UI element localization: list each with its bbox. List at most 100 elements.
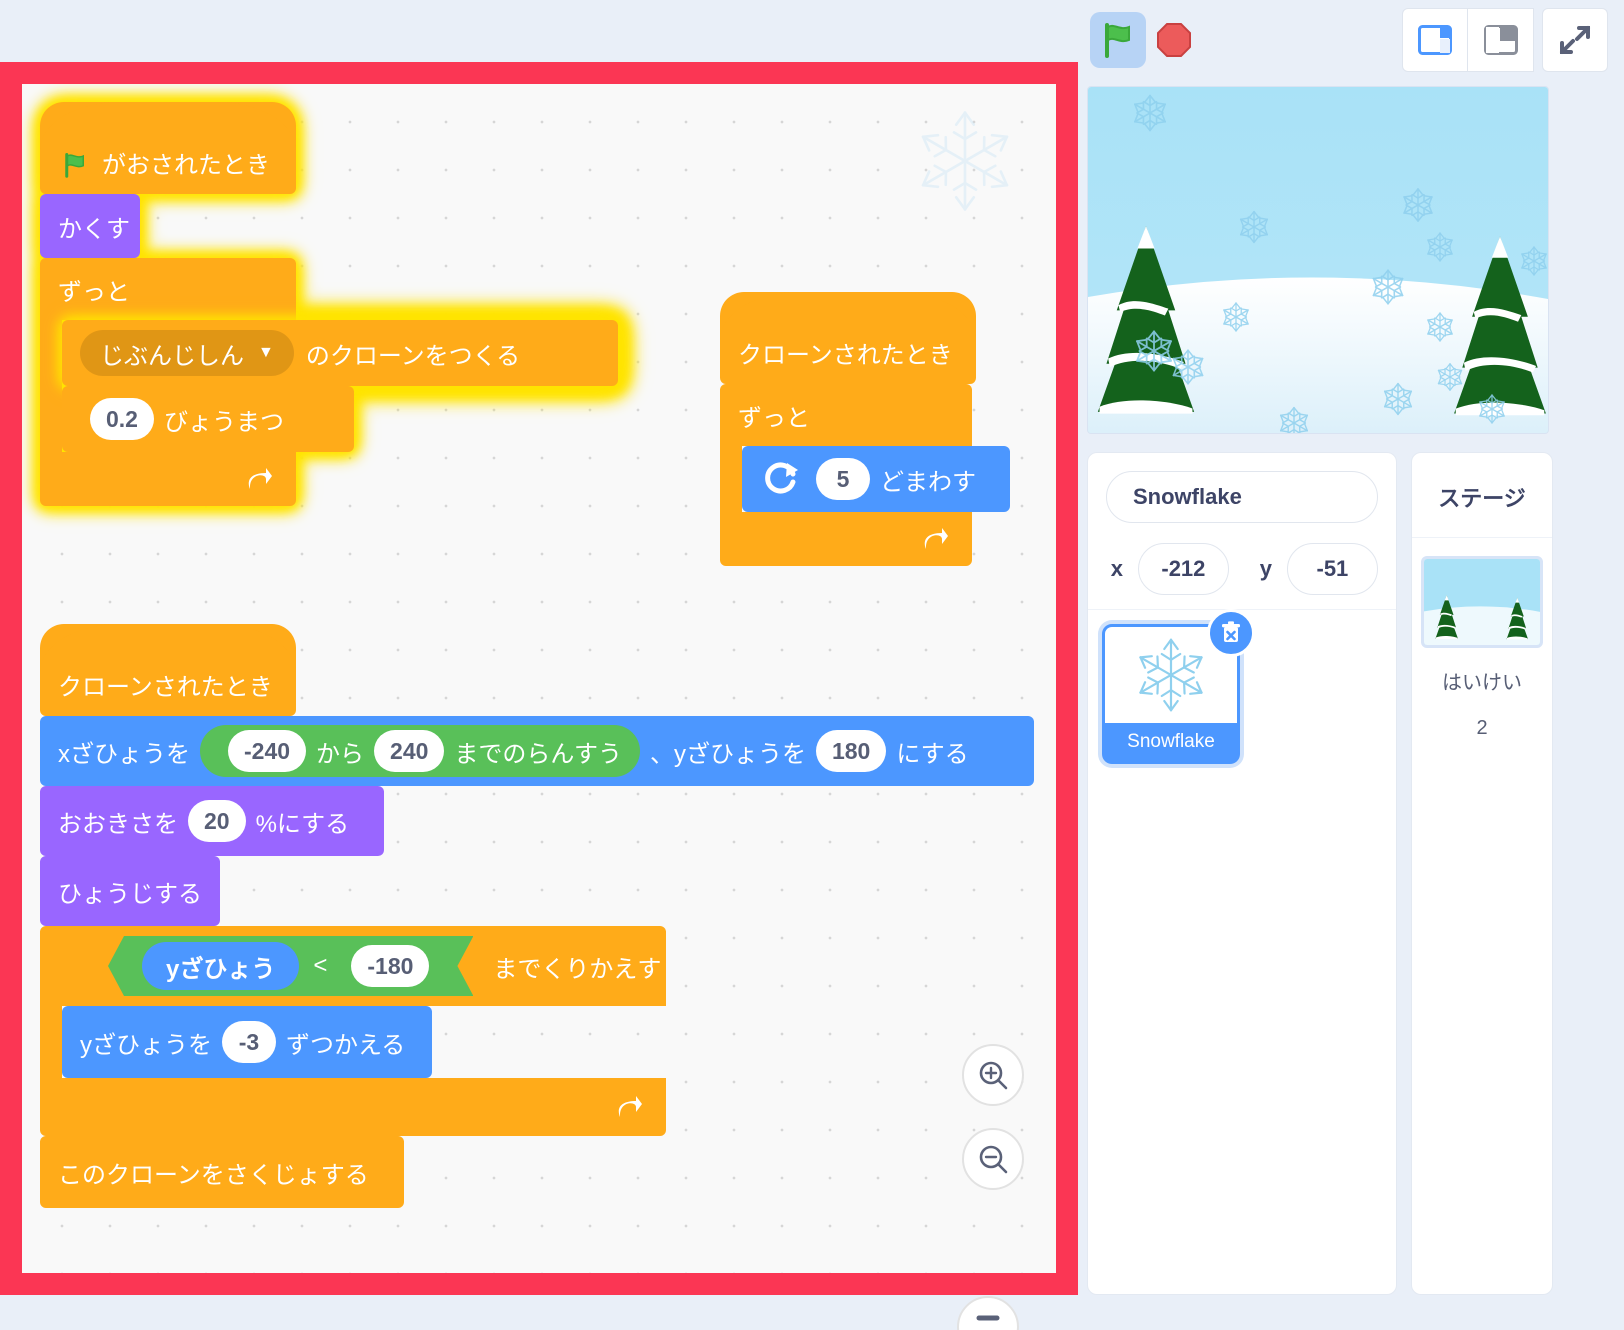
loop-arrow-icon [618,1096,642,1117]
sprite-list: Snowflake [1088,609,1396,1250]
sprite-info-panel: Snowflake x -212 y -51 Snowflake [1087,452,1397,1295]
block-label: ずっと [58,278,130,306]
sprite-tile-snowflake[interactable]: Snowflake [1102,609,1255,764]
block-label: までくりかえす [493,955,662,983]
script-clone-fall[interactable]: クローンされたとき xざひょうを -240 から 240 までのらんすう 、yざ… [40,624,1034,1208]
zoom-in-icon [979,1061,1008,1090]
zoom-reset-icon [976,1315,1000,1321]
fullscreen-icon [1560,26,1590,54]
divider [1412,537,1552,538]
random-from-input[interactable]: -240 [228,730,307,772]
stop-button[interactable] [1146,12,1202,68]
wait-seconds-input[interactable]: 0.2 [90,398,154,440]
less-than-value-input[interactable]: -180 [351,945,429,987]
zoom-out-icon [979,1145,1008,1174]
backdrop-count: 2 [1476,717,1488,739]
green-flag-button[interactable] [1090,12,1146,68]
c-block-spine [40,320,62,452]
block-go-to-xy[interactable]: xざひょうを -240 から 240 までのらんすう 、yざひょうを 180 に… [40,716,1034,795]
block-when-flag-clicked[interactable]: がおされたとき [40,102,296,203]
block-label: おおきさを [58,810,178,838]
block-label: ひょうじする [58,880,202,908]
large-stage-layout-icon [1483,25,1518,55]
sprite-info-header: Snowflake x -212 y -51 [1088,453,1396,610]
block-label: のクローンをつくる [305,342,521,370]
repeat-loop-foot [40,1078,666,1145]
block-label: xざひょうを [58,740,190,768]
zoom-out-button[interactable] [962,1128,1024,1190]
large-stage-layout-button[interactable] [1468,8,1534,72]
block-label: がおされたとき [102,152,270,179]
block-label: びょうまつ [163,408,284,436]
block-create-clone[interactable]: じぶんじしん ▼ のクローンをつくる [62,320,618,395]
block-change-y-by[interactable]: yざひょうを -3 ずつかえる [62,1006,432,1078]
clone-target-dropdown[interactable]: じぶんじしん ▼ [80,330,294,376]
forever-body[interactable]: じぶんじしん ▼ のクローンをつくる 0.2 びょうまつ [62,320,618,452]
random-to-input[interactable]: 240 [374,730,445,772]
chevron-down-icon: ▼ [258,344,274,361]
sprite-delete-button[interactable] [1207,609,1255,657]
block-label: クローンされたとき [58,674,273,701]
code-canvas[interactable]: がおされたとき かくす ずっと じぶんじしん ▼ のクローンをつくる 0.2 び… [22,84,1056,1273]
variable-y-position[interactable]: yざひょう [142,942,299,990]
block-set-size[interactable]: おおきさを 20 %にする [40,786,384,865]
size-percent-input[interactable]: 20 [188,800,246,842]
operator-symbol: < [313,952,328,979]
top-toolbar [1080,0,1624,80]
turn-degrees-input[interactable]: 5 [816,458,870,500]
forever-spin-body[interactable]: 5 どまわす [742,446,1010,512]
stage-thumbnail[interactable] [1421,556,1543,648]
change-y-input[interactable]: -3 [222,1021,276,1063]
block-repeat-until[interactable]: yざひょう < -180 までくりかえす yざひょうを -3 ずつかえる [40,926,1034,1145]
block-forever-spin[interactable]: ずっと 5 どまわす [720,384,1010,566]
forever-loop-foot [720,512,972,566]
script-clone-spin[interactable]: クローンされたとき ずっと 5 どまわす [720,292,1010,566]
snowflake-icon [1139,638,1203,712]
sprite-y-input[interactable]: -51 [1286,543,1378,595]
y-label: y [1259,556,1273,581]
random-mid-label: から [316,740,365,768]
sprite-tile-label: Snowflake [1127,731,1215,752]
sprite-x-input[interactable]: -212 [1137,543,1229,595]
green-flag-icon [1105,23,1130,58]
block-label: どまわす [880,468,976,496]
zoom-in-button[interactable] [962,1044,1024,1106]
dropdown-value: じぶんじしん [100,342,244,370]
zoom-reset-button[interactable] [957,1296,1019,1330]
block-label: クローンされたとき [738,342,953,369]
loop-arrow-icon [924,528,948,549]
block-label: にする [896,740,969,768]
script-green-flag[interactable]: がおされたとき かくす ずっと じぶんじしん ▼ のクローンをつくる 0.2 び… [40,102,618,506]
stage-layout-buttons [1402,8,1608,72]
block-when-i-start-as-clone[interactable]: クローンされたとき [720,292,976,393]
small-stage-layout-button[interactable] [1402,8,1468,72]
stage-panel-title: ステージ [1438,486,1526,511]
repeat-until-body[interactable]: yざひょうを -3 ずつかえる [62,1006,432,1078]
fullscreen-button[interactable] [1542,8,1608,72]
block-label: このクローンをさくじょする [58,1161,369,1189]
block-when-i-start-as-clone-2[interactable]: クローンされたとき [40,624,296,725]
block-show[interactable]: ひょうじする [40,856,220,935]
block-label: かくす [58,215,130,243]
c-block-spine [720,446,742,512]
goto-separator-label: 、yざひょうを [649,740,806,768]
goto-y-input[interactable]: 180 [815,730,887,772]
block-label: yざひょうを [80,1031,212,1059]
block-delete-this-clone[interactable]: このクローンをさくじょする [40,1136,404,1208]
block-less-than[interactable]: yざひょう < -180 [108,936,473,996]
small-stage-layout-icon [1418,25,1452,55]
trash-delete-icon [1222,621,1240,642]
turn-clockwise-icon [765,462,798,494]
block-wait-seconds[interactable]: 0.2 びょうまつ [62,386,354,452]
snowflake-watermark [910,106,1020,221]
loop-arrow-icon [248,468,272,489]
block-turn-right[interactable]: 5 どまわす [742,446,1010,512]
block-forever[interactable]: ずっと じぶんじしん ▼ のクローンをつくる 0.2 びょうまつ [40,258,618,506]
block-pick-random[interactable]: -240 から 240 までのらんすう [200,725,640,777]
stop-sign-icon [1157,23,1191,57]
workspace-zoom-controls [962,1044,1024,1212]
sprite-name-input[interactable]: Snowflake [1106,471,1378,523]
forever-loop-foot [40,452,296,506]
block-hide[interactable]: かくす [40,194,140,267]
stage-preview[interactable] [1087,86,1549,434]
